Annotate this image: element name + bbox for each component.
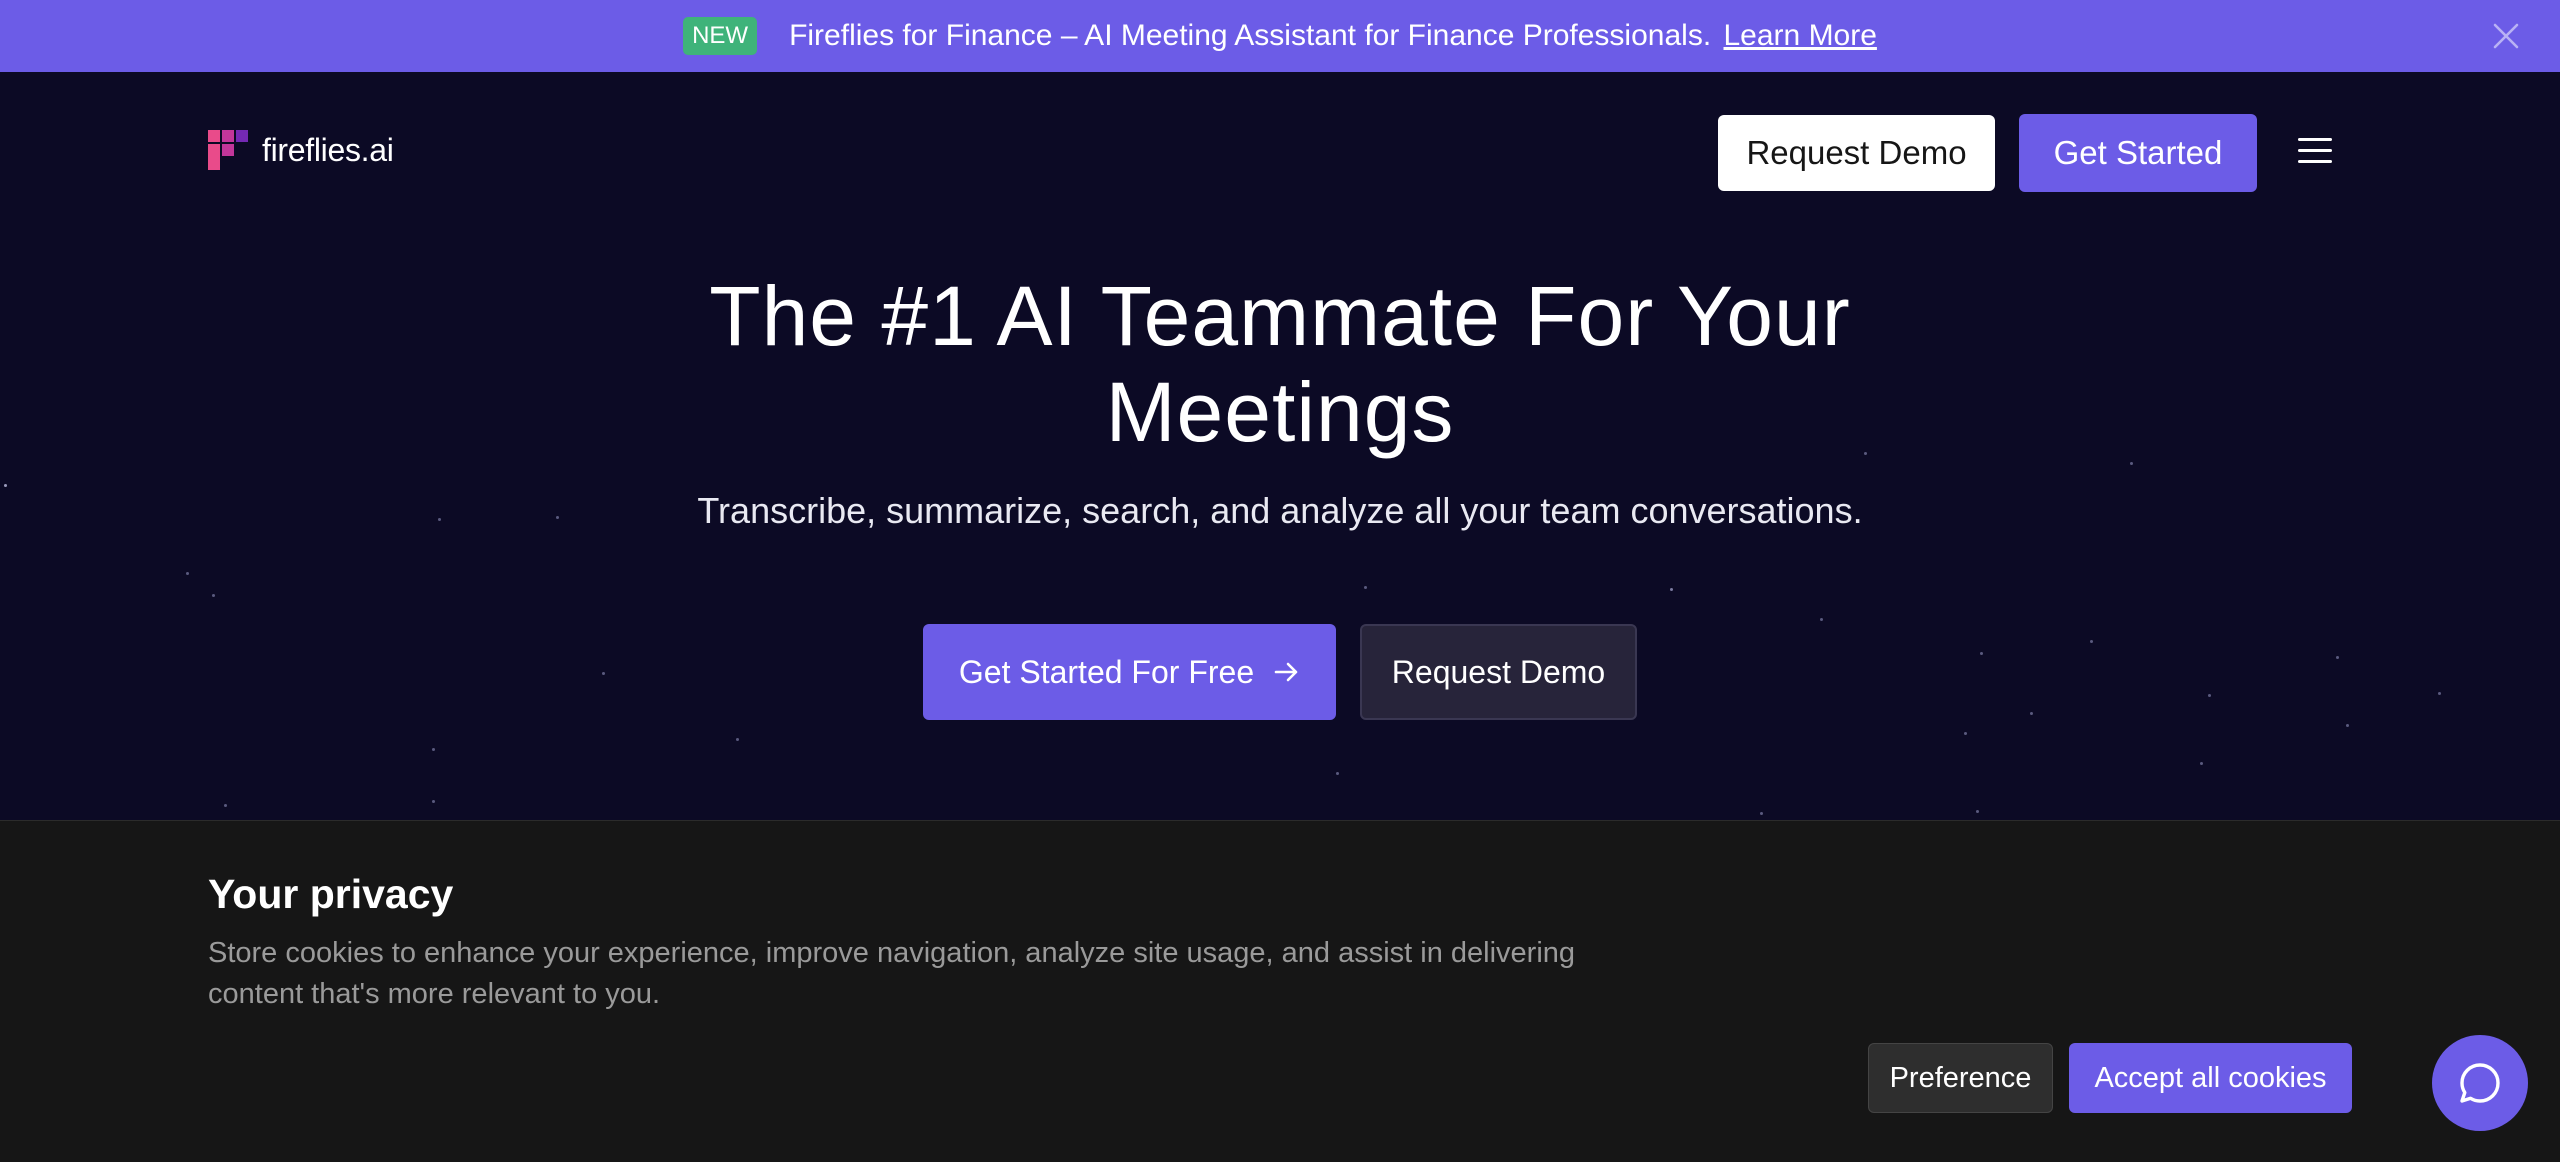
banner-text: Fireflies for Finance – AI Meeting Assis… [789,19,1712,52]
hero-title-line-2: Meetings [1105,365,1455,459]
cookie-title: Your privacy [208,871,454,917]
hero-title: The #1 AI Teammate For Your Meetings [0,268,2560,460]
banner-content: NEW Fireflies for Finance – AI Meeting A… [683,17,1877,55]
close-icon [2493,23,2519,49]
hero-request-demo-button[interactable]: Request Demo [1360,624,1637,720]
cookie-consent-panel: Your privacy Store cookies to enhance yo… [0,820,2560,1162]
star [432,748,435,751]
star [2130,462,2133,465]
star [1670,588,1673,591]
star [432,800,435,803]
get-started-free-label: Get Started For Free [958,653,1255,690]
fireflies-logo-icon [208,130,248,170]
star [2346,724,2349,727]
top-nav: fireflies.ai Request Demo Get Started [0,72,2560,234]
preference-button[interactable]: Preference [1868,1043,2053,1113]
menu-line [2298,138,2332,141]
nav-request-demo-button[interactable]: Request Demo [1718,115,1995,191]
star [1820,618,1823,621]
get-started-free-button[interactable]: Get Started For Free [923,624,1336,720]
banner-text-wrap: Fireflies for Finance – AI Meeting Assis… [789,19,1877,53]
star [1976,810,1979,813]
star [2208,694,2211,697]
star [736,738,739,741]
star [1964,732,1967,735]
star [212,594,215,597]
star [2090,640,2093,643]
new-badge: NEW [683,17,758,55]
menu-line [2298,160,2332,163]
hero-title-line-1: The #1 AI Teammate For Your [709,269,1851,363]
star [2030,712,2033,715]
nav-get-started-button[interactable]: Get Started [2019,114,2257,192]
announcement-banner: NEW Fireflies for Finance – AI Meeting A… [0,0,2560,72]
star [2200,762,2203,765]
logo-text: fireflies.ai [262,131,394,168]
star [4,484,7,487]
star [2438,692,2441,695]
star [186,572,189,575]
banner-close-button[interactable] [2488,18,2524,54]
logo[interactable]: fireflies.ai [208,130,394,170]
star [2336,656,2339,659]
star [224,804,227,807]
chat-launcher-button[interactable] [2432,1035,2528,1131]
star [602,672,605,675]
page: NEW Fireflies for Finance – AI Meeting A… [0,0,2560,1162]
star [1336,772,1339,775]
accept-all-cookies-button[interactable]: Accept all cookies [2069,1043,2352,1113]
menu-line [2298,149,2332,152]
arrow-right-icon [1274,662,1298,682]
cookie-text: Store cookies to enhance your experience… [208,937,1576,1010]
chat-bubble-icon [2460,1063,2500,1103]
hero-section: fireflies.ai Request Demo Get Started Th… [0,72,2560,820]
star [1760,812,1763,815]
hamburger-menu-icon[interactable] [2298,138,2332,168]
star [1364,586,1367,589]
hero-subtitle: Transcribe, summarize, search, and analy… [697,490,1863,531]
learn-more-link[interactable]: Learn More [1724,19,1877,52]
star [1980,652,1983,655]
